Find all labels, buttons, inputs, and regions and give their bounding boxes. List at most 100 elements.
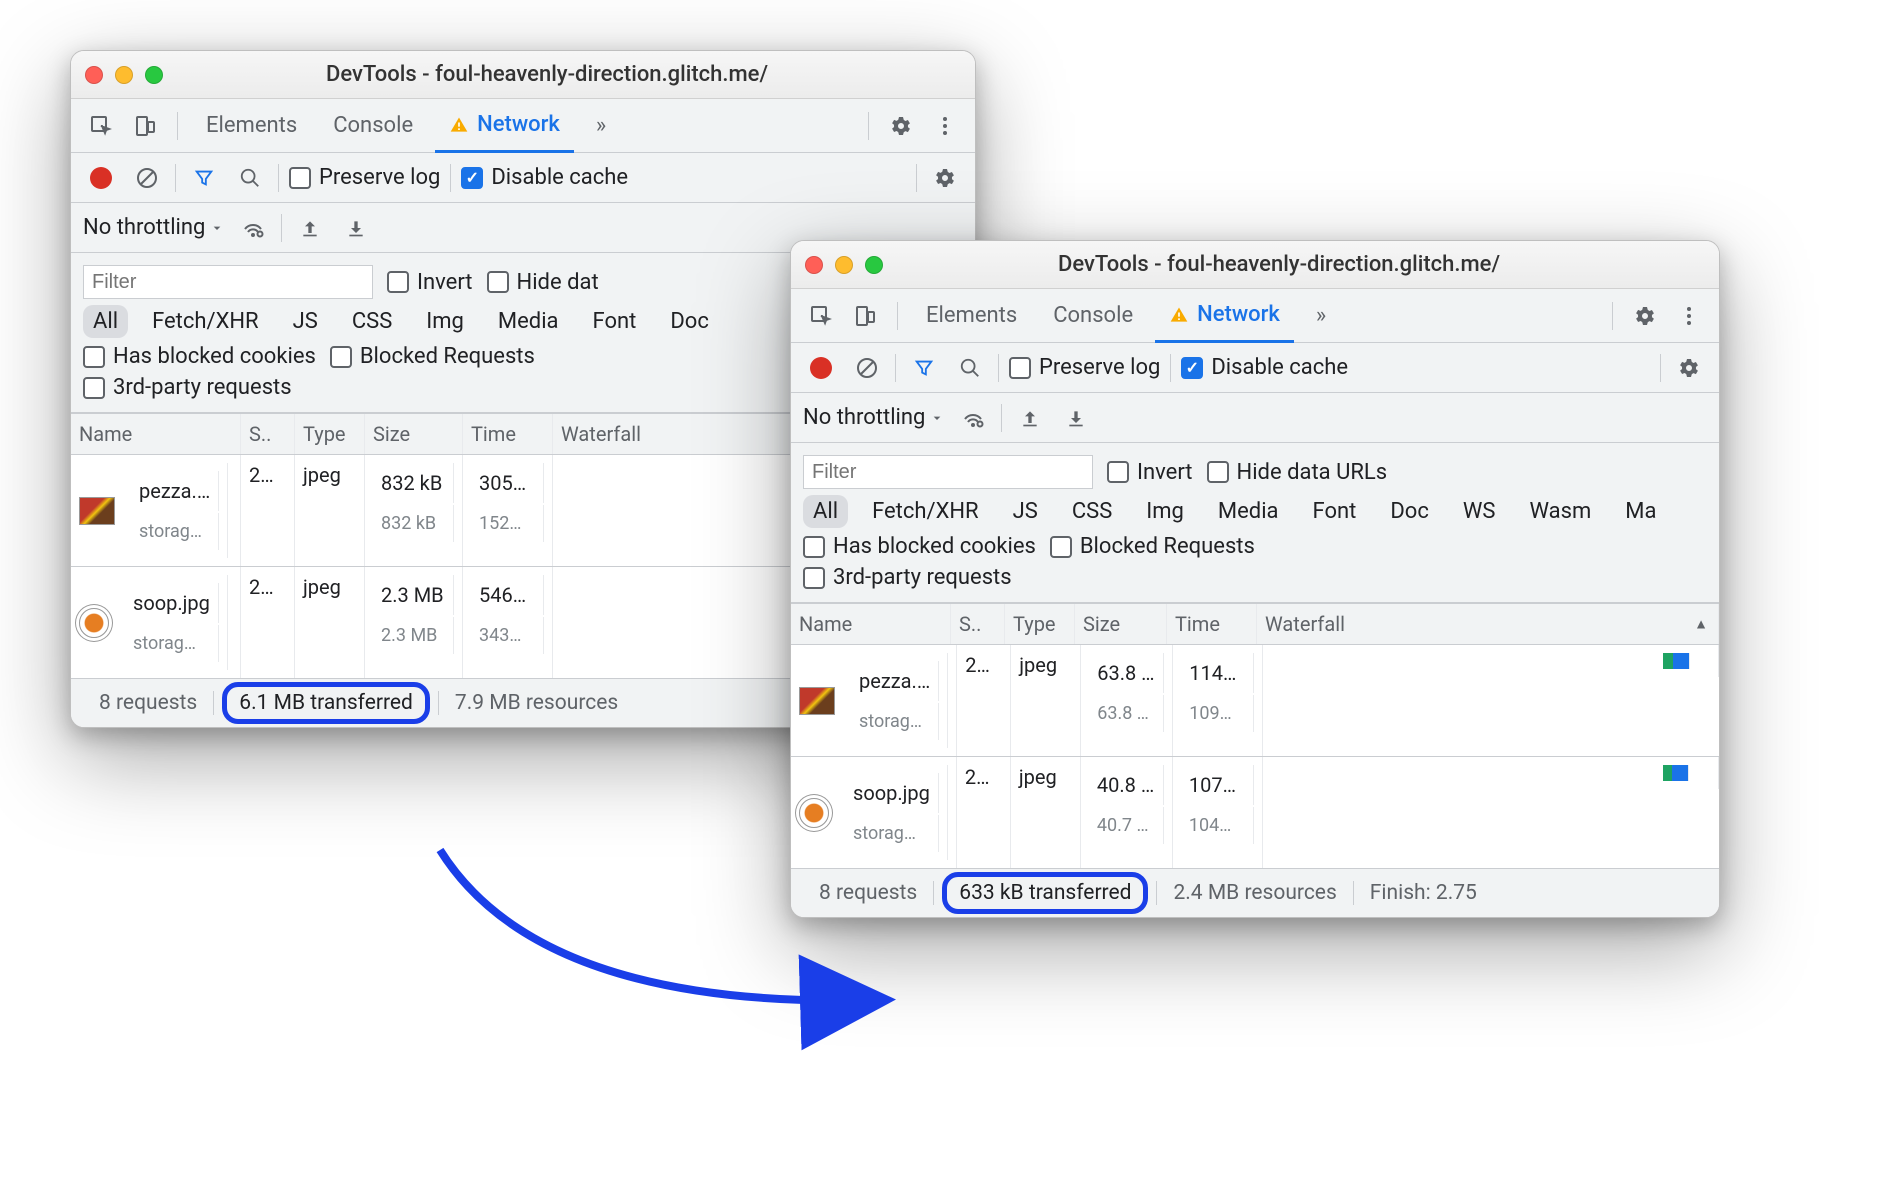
network-conditions-icon[interactable]: [955, 400, 991, 436]
blocked-cookies-checkbox[interactable]: Has blocked cookies: [803, 534, 1036, 559]
blocked-requests-checkbox[interactable]: Blocked Requests: [1050, 534, 1255, 559]
network-conditions-icon[interactable]: [235, 210, 271, 246]
network-settings-icon[interactable]: [927, 160, 963, 196]
upload-har-icon[interactable]: [1012, 400, 1048, 436]
filter-type-font[interactable]: Font: [1303, 495, 1367, 528]
network-toolbar: Preserve log ✓Disable cache: [71, 153, 975, 203]
col-size[interactable]: Size: [365, 414, 463, 454]
device-toolbar-icon[interactable]: [127, 108, 163, 144]
blocked-requests-label: Blocked Requests: [360, 344, 535, 369]
tab-console[interactable]: Console: [319, 99, 427, 152]
col-status[interactable]: S..: [951, 604, 1005, 644]
cell-filename: pezza.…: [131, 471, 219, 511]
settings-icon[interactable]: [1627, 298, 1663, 334]
filter-input[interactable]: [803, 455, 1093, 489]
search-icon[interactable]: [232, 160, 268, 196]
col-time[interactable]: Time: [463, 414, 553, 454]
disable-cache-checkbox[interactable]: ✓Disable cache: [461, 165, 628, 190]
col-name[interactable]: Name: [791, 604, 951, 644]
filter-icon[interactable]: [186, 160, 222, 196]
col-waterfall[interactable]: Waterfall▲: [1257, 604, 1719, 644]
table-row[interactable]: pezza.…storag… 2… jpeg 63.8 …63.8 … 114……: [791, 645, 1719, 757]
col-type[interactable]: Type: [295, 414, 365, 454]
download-har-icon[interactable]: [1058, 400, 1094, 436]
filter-type-wasm[interactable]: Wasm: [1519, 495, 1601, 528]
tab-network[interactable]: Network: [435, 100, 574, 153]
filter-type-img[interactable]: Img: [1136, 495, 1194, 528]
third-party-checkbox[interactable]: 3rd-party requests: [803, 565, 1012, 590]
filter-type-font[interactable]: Font: [583, 305, 647, 338]
clear-icon[interactable]: [129, 160, 165, 196]
sort-asc-icon: ▲: [1694, 616, 1708, 633]
close-window-button[interactable]: [85, 66, 103, 84]
preserve-log-checkbox[interactable]: Preserve log: [1009, 355, 1160, 380]
titlebar: DevTools - foul-heavenly-direction.glitc…: [71, 51, 975, 99]
throttling-dropdown[interactable]: No throttling: [83, 215, 225, 240]
kebab-menu-icon[interactable]: [927, 108, 963, 144]
record-button[interactable]: [83, 160, 119, 196]
filter-type-doc[interactable]: Doc: [1380, 495, 1439, 528]
blocked-requests-checkbox[interactable]: Blocked Requests: [330, 344, 535, 369]
col-type[interactable]: Type: [1005, 604, 1075, 644]
throttling-dropdown[interactable]: No throttling: [803, 405, 945, 430]
filter-type-img[interactable]: Img: [416, 305, 474, 338]
kebab-menu-icon[interactable]: [1671, 298, 1707, 334]
filter-type-media[interactable]: Media: [488, 305, 569, 338]
close-window-button[interactable]: [805, 256, 823, 274]
filter-input[interactable]: [83, 265, 373, 299]
filter-type-manifest[interactable]: Ma: [1615, 495, 1666, 528]
more-tabs-button[interactable]: »: [1302, 289, 1340, 342]
filter-type-css[interactable]: CSS: [1062, 495, 1122, 528]
filter-type-all[interactable]: All: [83, 305, 128, 338]
table-row[interactable]: soop.jpgstorag… 2… jpeg 40.8 …40.7 … 107…: [791, 757, 1719, 869]
inspect-element-icon[interactable]: [83, 108, 119, 144]
hide-data-urls-checkbox[interactable]: Hide data URLs: [1207, 460, 1388, 485]
warning-icon: [1169, 305, 1189, 325]
col-time[interactable]: Time: [1167, 604, 1257, 644]
device-toolbar-icon[interactable]: [847, 298, 883, 334]
minimize-window-button[interactable]: [115, 66, 133, 84]
blocked-cookies-label: Has blocked cookies: [833, 534, 1036, 559]
table-header: Name S.. Type Size Time Waterfall▲: [791, 603, 1719, 645]
cell-filename: soop.jpg: [845, 773, 939, 813]
status-resources: 2.4 MB resources: [1157, 881, 1353, 905]
disable-cache-checkbox[interactable]: ✓Disable cache: [1181, 355, 1348, 380]
invert-checkbox[interactable]: Invert: [387, 270, 473, 295]
download-har-icon[interactable]: [338, 210, 374, 246]
record-button[interactable]: [803, 350, 839, 386]
warning-icon: [449, 115, 469, 135]
col-name[interactable]: Name: [71, 414, 241, 454]
hide-data-urls-checkbox[interactable]: Hide dat: [487, 270, 599, 295]
col-status[interactable]: S..: [241, 414, 295, 454]
filter-type-css[interactable]: CSS: [342, 305, 402, 338]
more-tabs-button[interactable]: »: [582, 99, 620, 152]
network-settings-icon[interactable]: [1671, 350, 1707, 386]
filter-type-all[interactable]: All: [803, 495, 848, 528]
settings-icon[interactable]: [883, 108, 919, 144]
minimize-window-button[interactable]: [835, 256, 853, 274]
filter-type-media[interactable]: Media: [1208, 495, 1289, 528]
tab-elements[interactable]: Elements: [912, 289, 1031, 342]
tab-console[interactable]: Console: [1039, 289, 1147, 342]
third-party-checkbox[interactable]: 3rd-party requests: [83, 375, 292, 400]
filter-type-js[interactable]: JS: [283, 305, 328, 338]
clear-icon[interactable]: [849, 350, 885, 386]
search-icon[interactable]: [952, 350, 988, 386]
filter-type-fetch[interactable]: Fetch/XHR: [862, 495, 989, 528]
filter-type-js[interactable]: JS: [1003, 495, 1048, 528]
invert-checkbox[interactable]: Invert: [1107, 460, 1193, 485]
inspect-element-icon[interactable]: [803, 298, 839, 334]
blocked-cookies-checkbox[interactable]: Has blocked cookies: [83, 344, 316, 369]
tab-network[interactable]: Network: [1155, 290, 1294, 343]
col-size[interactable]: Size: [1075, 604, 1167, 644]
cell-size: 40.8 …: [1089, 765, 1164, 805]
preserve-log-checkbox[interactable]: Preserve log: [289, 165, 440, 190]
filter-icon[interactable]: [906, 350, 942, 386]
filter-type-doc[interactable]: Doc: [660, 305, 719, 338]
blocked-requests-label: Blocked Requests: [1080, 534, 1255, 559]
upload-har-icon[interactable]: [292, 210, 328, 246]
tab-elements[interactable]: Elements: [192, 99, 311, 152]
filter-type-fetch[interactable]: Fetch/XHR: [142, 305, 269, 338]
filter-type-ws[interactable]: WS: [1453, 495, 1506, 528]
cell-time: 305…: [471, 463, 544, 503]
